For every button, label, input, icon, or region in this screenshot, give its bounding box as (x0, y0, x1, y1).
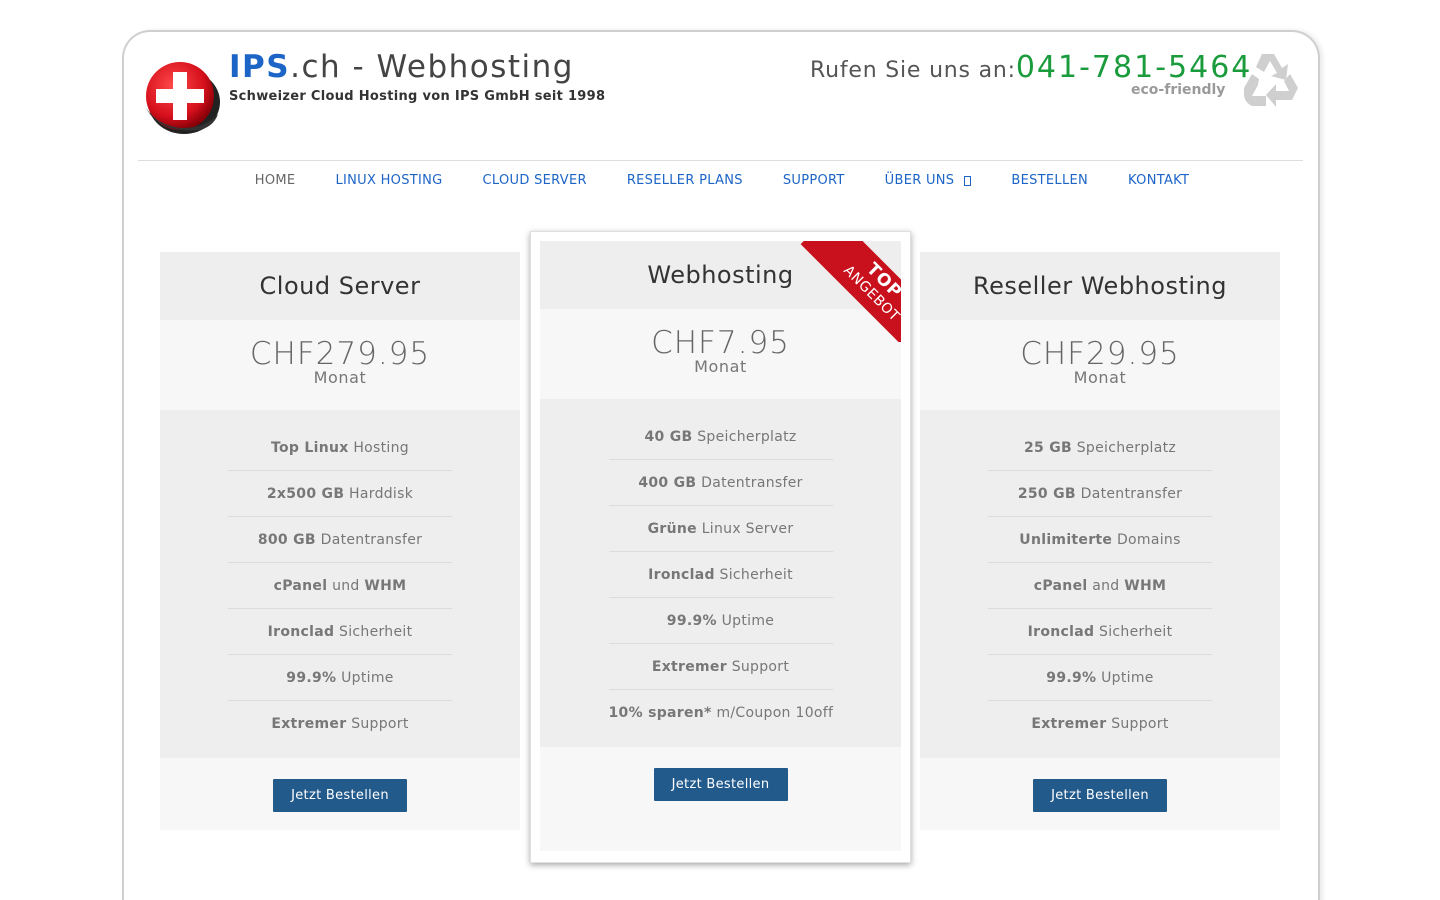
brand-ips: IPS (229, 49, 291, 85)
price-amount: 7.95 (716, 325, 790, 361)
list-item: 99.9% Uptime (228, 655, 452, 701)
list-item: Grüne Linux Server (608, 506, 833, 552)
price-amount: 279.95 (315, 336, 431, 372)
header-divider (138, 160, 1303, 161)
list-item: cPanel and WHM (988, 563, 1212, 609)
list-item: cPanel und WHM (228, 563, 452, 609)
call-us: Rufen Sie uns an:041-781-5464 (810, 50, 1252, 85)
price-period: Monat (1073, 368, 1127, 387)
plan-footer: Jetzt Bestellen (540, 747, 901, 851)
list-item: Ironclad Sicherheit (988, 609, 1212, 655)
plan-title: Reseller Webhosting (920, 252, 1280, 320)
ribbon-band: TOP ANGEBOT (800, 241, 901, 342)
nav-linux-hosting[interactable]: LINUX HOSTING (335, 173, 442, 188)
list-item: 40 GB Speicherplatz (608, 414, 833, 460)
list-item: Unlimiterte Domains (988, 517, 1212, 563)
dropdown-icon (964, 175, 972, 186)
plan-price: CHF29.95 Monat (920, 320, 1280, 410)
list-item: Ironclad Sicherheit (608, 552, 833, 598)
call-label: Rufen Sie uns an: (810, 58, 1016, 83)
nav-cloud-server[interactable]: CLOUD SERVER (483, 173, 587, 188)
price-currency: CHF (249, 336, 316, 372)
recycle-icon (1240, 50, 1302, 110)
swiss-cross-logo-icon[interactable] (140, 58, 220, 136)
plan-reseller-webhosting: Reseller Webhosting CHF29.95 Monat 25 GB… (920, 252, 1280, 830)
nav-ueber-uns-label: ÜBER UNS (884, 173, 955, 188)
top-offer-ribbon: TOP ANGEBOT (800, 241, 901, 342)
list-item: Ironclad Sicherheit (228, 609, 452, 655)
nav-reseller-plans[interactable]: RESELLER PLANS (627, 173, 743, 188)
list-item: 10% sparen* m/Coupon 10off (608, 705, 834, 721)
nav-support[interactable]: SUPPORT (783, 173, 845, 188)
plan-footer: Jetzt Bestellen (920, 758, 1280, 830)
feature-list: 25 GB Speicherplatz 250 GB Datentransfer… (920, 410, 1280, 758)
order-button[interactable]: Jetzt Bestellen (653, 768, 788, 801)
brand-rest: .ch - Webhosting (290, 49, 574, 85)
order-button[interactable]: Jetzt Bestellen (1033, 779, 1167, 812)
nav-bestellen[interactable]: BESTELLEN (1011, 173, 1088, 188)
feature-list: 40 GB Speicherplatz 400 GB Datentransfer… (540, 399, 901, 747)
price-amount: 29.95 (1086, 336, 1180, 372)
price-period: Monat (313, 368, 367, 387)
feature-list: Top Linux Hosting 2x500 GB Harddisk 800 … (160, 410, 520, 758)
brand: IPS.ch - Webhosting Schweizer Cloud Host… (229, 48, 605, 104)
plan-cloud-server: Cloud Server CHF279.95 Monat Top Linux H… (160, 252, 520, 830)
order-button[interactable]: Jetzt Bestellen (273, 779, 407, 812)
list-item: 400 GB Datentransfer (608, 460, 833, 506)
eco-friendly-label: eco-friendly (1131, 82, 1226, 98)
brand-title[interactable]: IPS.ch - Webhosting (229, 48, 605, 86)
price-currency: CHF (1020, 336, 1087, 372)
plan-title: Cloud Server (160, 252, 520, 320)
nav-kontakt[interactable]: KONTAKT (1128, 173, 1189, 188)
list-item: 2x500 GB Harddisk (228, 471, 452, 517)
phone-number[interactable]: 041-781-5464 (1016, 50, 1253, 85)
nav-home[interactable]: HOME (255, 173, 296, 188)
list-item: Top Linux Hosting (228, 425, 452, 471)
price-period: Monat (694, 357, 747, 376)
list-item: Extremer Support (271, 716, 409, 732)
main-nav: HOME LINUX HOSTING CLOUD SERVER RESELLER… (0, 173, 1440, 188)
nav-ueber-uns[interactable]: ÜBER UNS (885, 173, 972, 188)
list-item: 99.9% Uptime (608, 598, 833, 644)
list-item: Extremer Support (1031, 716, 1169, 732)
plan-footer: Jetzt Bestellen (160, 758, 520, 830)
list-item: 25 GB Speicherplatz (988, 425, 1212, 471)
plan-price: CHF279.95 Monat (160, 320, 520, 410)
list-item: Extremer Support (608, 644, 833, 690)
price-currency: CHF (651, 325, 717, 361)
list-item: 800 GB Datentransfer (228, 517, 452, 563)
list-item: 99.9% Uptime (988, 655, 1212, 701)
brand-subtitle: Schweizer Cloud Hosting von IPS GmbH sei… (229, 89, 606, 104)
list-item: 250 GB Datentransfer (988, 471, 1212, 517)
